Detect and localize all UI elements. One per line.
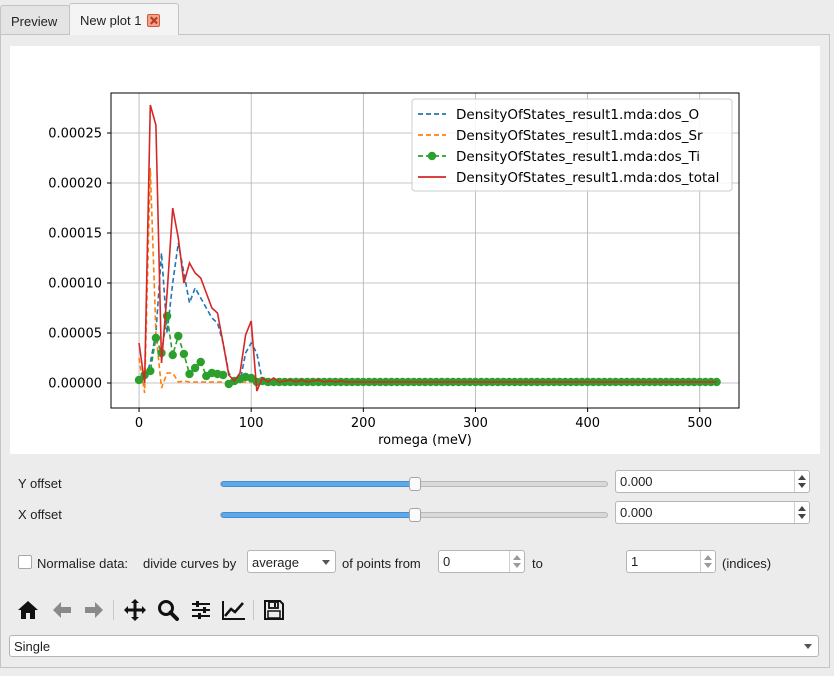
zoom-icon [158,600,179,621]
home-icon [18,601,38,619]
legend: DensityOfStates_result1.mda:dos_O Density… [411,98,733,192]
normalise-label: Normalise data: [37,556,129,571]
to-label: to [532,556,543,571]
x-tick-label: 300 [463,416,488,431]
x-tick-label: 500 [687,416,712,431]
x-tick-label: 200 [351,416,376,431]
to-spin-buttons[interactable] [700,551,715,572]
plot-mode-select[interactable]: Single [9,635,819,657]
x-offset-slider[interactable] [220,508,608,522]
tab-new-plot-1-label: New plot 1 [80,13,142,28]
pan-button[interactable] [122,597,148,623]
spin-up-icon[interactable] [798,506,806,511]
zoom-button[interactable] [155,597,181,623]
plot-mode-value: Single [14,639,51,654]
x-tick-label: 400 [575,416,600,431]
series-point [168,350,177,360]
close-icon[interactable] [147,14,161,27]
series-point [179,349,189,359]
y-tick-label: 0.00010 [48,277,102,292]
series-point [196,357,205,367]
x-tick-label: 0 [135,416,143,431]
y-tick-label: 0.00020 [48,177,102,192]
y-offset-slider-handle[interactable] [409,477,421,491]
y-tick-label: 0.00015 [48,227,102,242]
tab-preview[interactable]: Preview [0,5,70,34]
y-tick-label: 0.00025 [48,127,102,142]
edit-axis-icon [222,601,245,620]
legend-label: DensityOfStates_result1.mda:dos_total [456,170,719,186]
back-button[interactable] [49,597,75,623]
x-offset-input[interactable] [616,502,793,523]
y-offset-input[interactable] [616,471,793,492]
series-point [146,366,155,376]
toolbar-separator [253,600,254,620]
normalise-checkbox[interactable] [18,555,32,569]
x-offset-slider-handle[interactable] [409,508,421,522]
indices-label: (indices) [722,556,772,571]
y-offset-spinbox[interactable] [615,470,810,493]
legend-label: DensityOfStates_result1.mda:dos_O [456,107,699,123]
to-spinbox[interactable] [626,550,716,573]
toolbar-separator [113,600,114,620]
spin-up-icon[interactable] [704,555,712,560]
from-spin-buttons[interactable] [509,551,524,572]
spin-up-icon[interactable] [798,475,806,480]
from-input[interactable] [439,551,508,572]
home-button[interactable] [15,597,41,623]
series-point [218,370,228,380]
tab-preview-label: Preview [11,14,58,29]
spin-down-icon[interactable] [513,563,521,568]
legend-marker [427,151,437,161]
tab-new-plot-1[interactable]: New plot 1 [69,3,179,35]
divide-by-select[interactable]: average [247,550,336,573]
x-offset-spin-buttons[interactable] [794,502,809,523]
configure-subplots-button[interactable] [188,597,214,623]
save-icon [264,600,284,620]
back-arrow-icon [53,602,71,618]
y-tick-label: 0.00005 [48,327,102,342]
from-spinbox[interactable] [438,550,525,573]
spin-down-icon[interactable] [798,483,806,488]
edit-axis-button[interactable] [221,597,247,623]
pan-icon [124,599,146,621]
chevron-down-icon [804,644,812,649]
x-offset-slider-fill [221,512,415,518]
series-point [174,331,183,341]
forward-arrow-icon [85,602,103,618]
series-point [162,311,172,321]
spin-down-icon[interactable] [704,563,712,568]
chart: 0 100 200 300 400 500 0.00000 0.00005 0.00010 0.0… [48,92,740,448]
series-point [151,333,161,343]
tab-bar: Preview New plot 1 [0,0,834,35]
divide-curves-label: divide curves by [143,556,237,571]
chevron-down-icon [322,560,330,565]
y-offset-spin-buttons[interactable] [794,471,809,492]
divide-by-value: average [252,555,299,570]
legend-label: DensityOfStates_result1.mda:dos_Sr [456,128,703,144]
forward-button[interactable] [81,597,107,623]
y-offset-slider-fill [221,481,415,487]
x-axis-label: romega (meV) [378,433,472,448]
spin-up-icon[interactable] [513,555,521,560]
to-input[interactable] [627,551,699,572]
configure-subplots-icon [192,601,210,619]
y-offset-slider[interactable] [220,477,608,491]
spin-down-icon[interactable] [798,514,806,519]
x-offset-spinbox[interactable] [615,501,810,524]
legend-label: DensityOfStates_result1.mda:dos_Ti [456,149,700,165]
plot-toolbar [9,597,299,625]
plot-panel: 0 100 200 300 400 500 0.00000 0.00005 0.00010 0.0… [0,34,830,668]
save-button[interactable] [261,597,287,623]
y-tick-label: 0.00000 [48,377,102,392]
points-from-label: of points from [342,556,421,571]
x-offset-label: X offset [18,507,62,522]
x-tick-label: 100 [239,416,264,431]
y-offset-label: Y offset [18,476,62,491]
plot-canvas[interactable]: 0 100 200 300 400 500 0.00000 0.00005 0.00010 0.0… [10,46,820,454]
